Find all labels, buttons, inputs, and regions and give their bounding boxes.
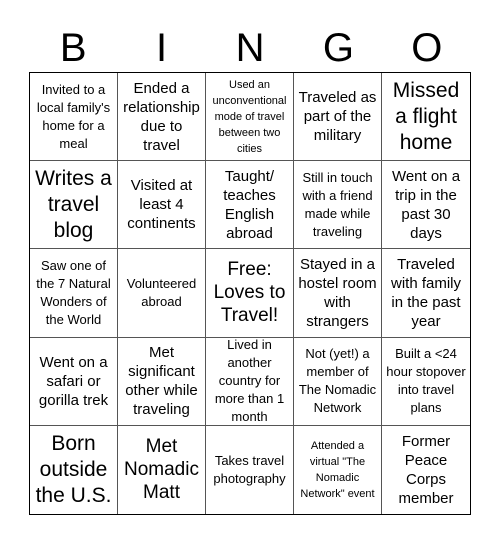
bingo-cell[interactable]: Invited to a local family's home for a m… (30, 73, 118, 162)
header-letter-n: N (235, 26, 265, 70)
bingo-cell[interactable]: Went on a safari or gorilla trek (30, 337, 118, 426)
bingo-cell[interactable]: Traveled with family in the past year (382, 249, 470, 338)
header-letter-g: G (322, 26, 354, 70)
bingo-cell[interactable]: Writes a travel blog (30, 161, 118, 250)
bingo-cell[interactable]: Takes travel photography (206, 425, 294, 514)
bingo-cell[interactable]: Lived in another country for more than 1… (206, 337, 294, 426)
bingo-cell[interactable]: Built a <24 hour stopover into travel pl… (382, 338, 470, 426)
header-letter-i: I (156, 26, 168, 70)
header-letter-o: O (411, 26, 443, 70)
bingo-cell[interactable]: Met significant other while traveling (118, 337, 206, 426)
bingo-cell[interactable]: Attended a virtual "The Nomadic Network"… (294, 425, 382, 514)
bingo-cell[interactable]: Born outside the U.S. (30, 425, 118, 514)
bingo-cell[interactable]: Volunteered abroad (118, 249, 206, 338)
bingo-cell[interactable]: Used an unconventional mode of travel be… (206, 73, 294, 162)
bingo-cell[interactable]: Visited at least 4 continents (118, 161, 206, 250)
bingo-cell[interactable]: Still in touch with a friend made while … (294, 161, 382, 250)
bingo-cell[interactable]: Taught/ teaches English abroad (206, 161, 294, 250)
bingo-cell[interactable]: Went on a trip in the past 30 days (382, 161, 470, 250)
bingo-cell[interactable]: Traveled as part of the military (294, 73, 382, 162)
bingo-cell[interactable]: Stayed in a hostel room with strangers (294, 249, 382, 338)
bingo-cell[interactable]: Saw one of the 7 Natural Wonders of the … (30, 249, 118, 338)
free-space-cell[interactable]: Free: Loves to Travel! (206, 249, 294, 338)
header-letter-b: B (59, 26, 87, 70)
bingo-cell[interactable]: Met Nomadic Matt (118, 425, 206, 514)
bingo-header: B I N G O (29, 24, 471, 72)
bingo-cell[interactable]: Not (yet!) a member of The Nomadic Netwo… (294, 337, 382, 426)
bingo-cell[interactable]: Ended a relationship due to travel (118, 73, 206, 162)
bingo-grid: Invited to a local family's home for a m… (29, 72, 471, 515)
bingo-cell[interactable]: Former Peace Corps member (382, 426, 470, 514)
bingo-cell[interactable]: Missed a flight home (382, 73, 470, 162)
